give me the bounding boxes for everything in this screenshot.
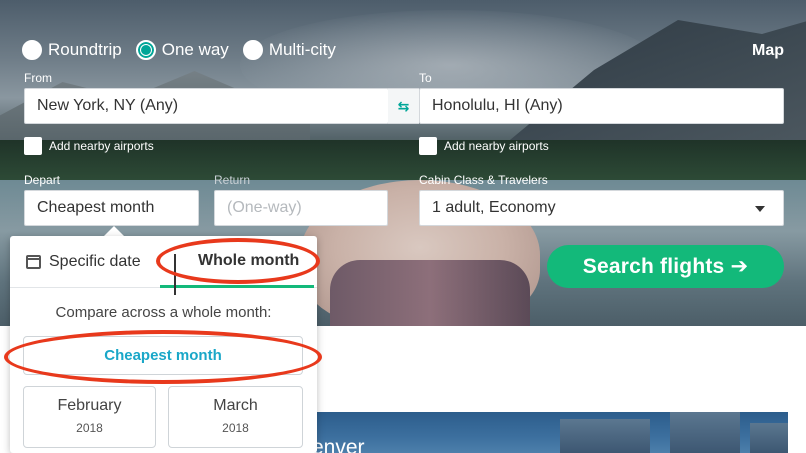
cheapest-month-button[interactable]: Cheapest month: [23, 336, 303, 375]
radio-circle: [22, 40, 42, 60]
radio-label: Roundtrip: [48, 40, 122, 59]
tab-whole-month[interactable]: Whole month: [160, 236, 314, 295]
bar-chart-icon: [174, 253, 190, 295]
date-tabs: Specific date Whole month: [10, 236, 317, 295]
tab-label: Whole month: [198, 251, 300, 269]
from-input[interactable]: New York, NY (Any): [24, 88, 389, 124]
tab-label: Specific date: [49, 253, 141, 270]
building: [670, 412, 740, 453]
return-input[interactable]: (One-way): [214, 190, 388, 226]
month-year: 2018: [222, 421, 249, 435]
return-label: Return: [214, 173, 251, 187]
nearby-from-checkbox[interactable]: [24, 137, 42, 155]
trip-type-selector: Roundtrip One way Multi-city: [22, 40, 350, 60]
month-name: February: [57, 397, 122, 414]
nearby-from-label: Add nearby airports: [49, 139, 154, 153]
month-year: 2018: [76, 421, 103, 435]
radio-circle-checked: [135, 40, 156, 60]
month-option-february[interactable]: February 2018: [23, 386, 156, 448]
radio-circle: [242, 40, 263, 60]
depart-label: Depart: [24, 173, 61, 187]
radio-multi-city[interactable]: Multi-city: [242, 40, 336, 60]
cabin-select[interactable]: 1 adult, Economy: [419, 190, 784, 226]
radio-label: One way: [161, 40, 229, 59]
cabin-label: Cabin Class & Travelers: [419, 173, 548, 187]
to-input[interactable]: Honolulu, HI (Any): [419, 88, 784, 124]
compare-text: Compare across a whole month:: [55, 304, 272, 321]
swap-arrows-icon: ⇆: [397, 97, 410, 114]
swap-button[interactable]: ⇆: [388, 88, 419, 124]
calendar-icon: [26, 255, 41, 269]
building: [560, 419, 650, 453]
building: [750, 423, 788, 453]
month-name: March: [213, 397, 258, 414]
person: [330, 260, 530, 326]
city-card-image[interactable]: [300, 412, 788, 453]
depart-input[interactable]: Cheapest month: [24, 190, 199, 226]
city-card-title: enver: [312, 436, 365, 453]
to-label: To: [419, 71, 432, 85]
month-option-march[interactable]: March 2018: [168, 386, 303, 448]
cabin-value: 1 adult, Economy: [432, 199, 556, 216]
date-picker-popup: Specific date Whole month Compare across…: [10, 236, 317, 453]
search-flights-button[interactable]: Search flights ➔: [547, 245, 784, 288]
tab-specific-date[interactable]: Specific date: [10, 236, 160, 288]
nearby-to-checkbox[interactable]: [419, 137, 437, 155]
nearby-to-label: Add nearby airports: [444, 139, 549, 153]
radio-roundtrip[interactable]: Roundtrip: [22, 40, 122, 60]
nearby-to-row[interactable]: Add nearby airports: [419, 137, 549, 155]
nearby-from-row[interactable]: Add nearby airports: [24, 137, 154, 155]
chevron-down-icon: [755, 206, 765, 212]
map-link[interactable]: Map: [752, 42, 784, 60]
from-label: From: [24, 71, 52, 85]
radio-label: Multi-city: [268, 40, 336, 59]
radio-one-way[interactable]: One way: [135, 40, 229, 60]
